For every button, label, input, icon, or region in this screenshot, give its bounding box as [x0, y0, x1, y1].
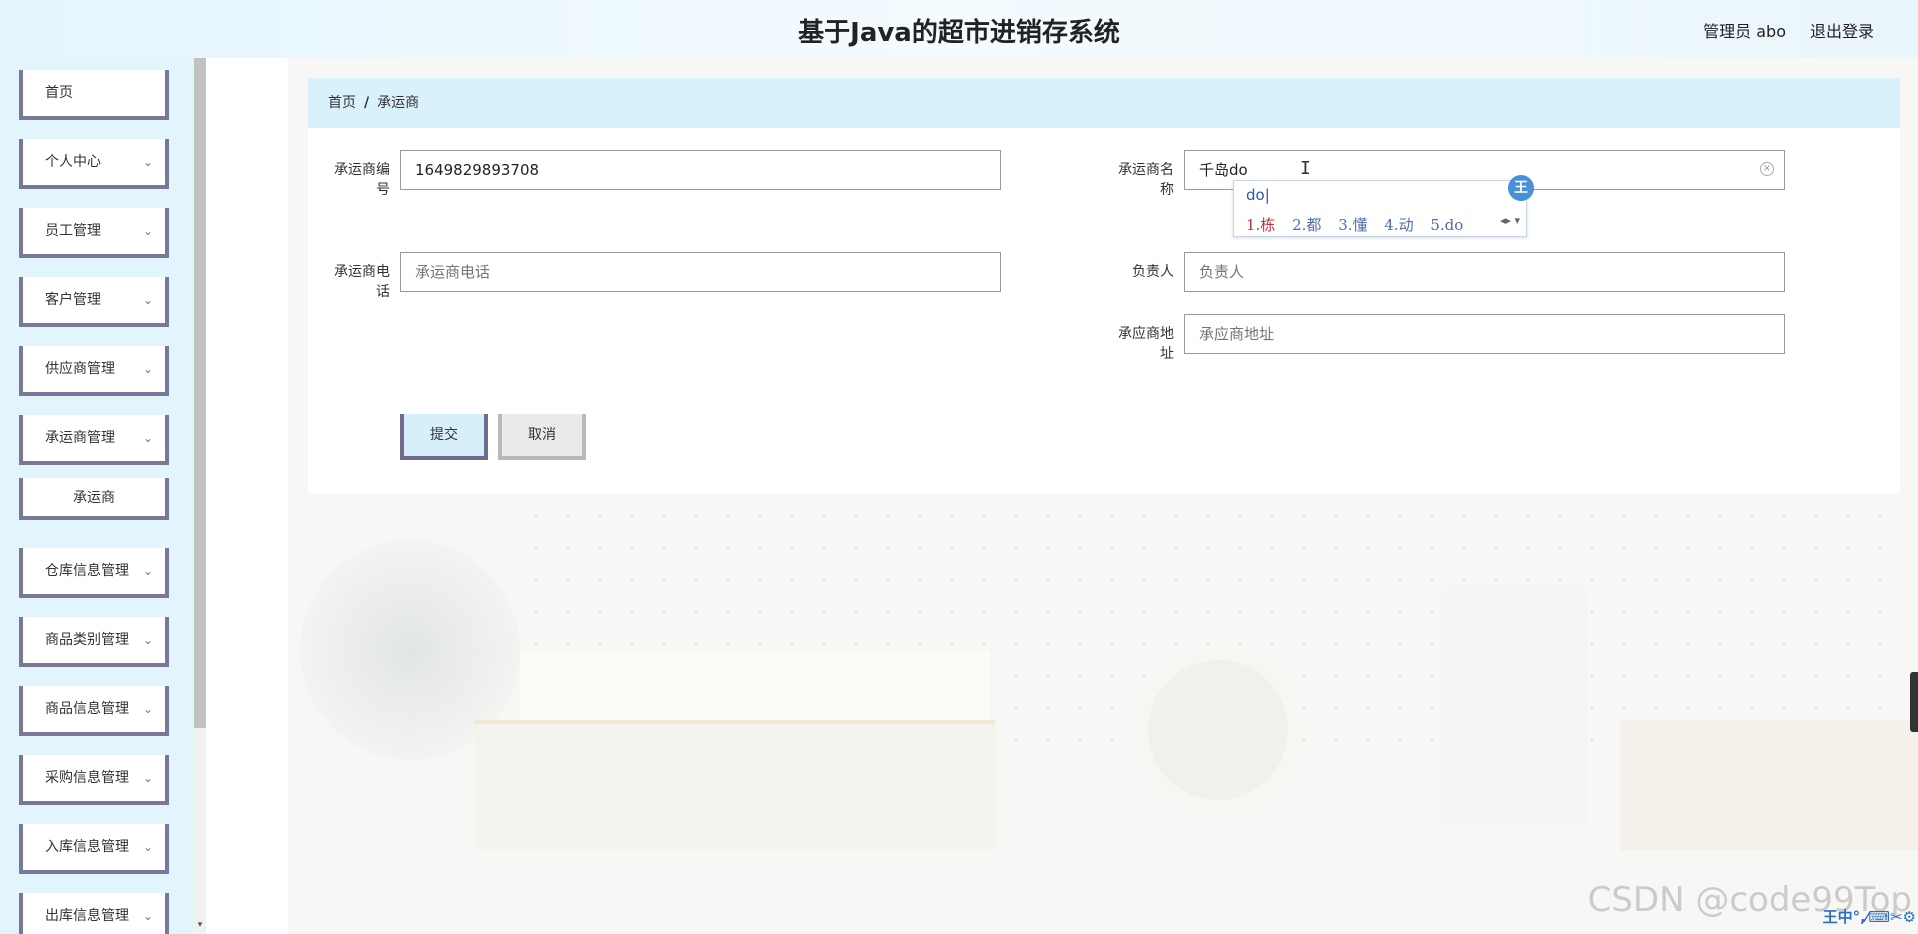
sidebar-item-label: 个人中心 [45, 154, 101, 170]
ime-toolbar-icons[interactable]: 王中°,⁄⌨✂⚙ [1823, 906, 1916, 932]
sidebar-subitem-carrier[interactable]: 承运商 [19, 478, 169, 520]
ime-candidate-popup: do| 1.栋 2.都 3.懂 4.动 5.do ◂▸ ▾ 王 [1233, 175, 1534, 237]
sidebar-item-profile[interactable]: 个人中心 ⌄ [19, 139, 169, 189]
ime-candidate[interactable]: 4.动 [1384, 216, 1413, 234]
ime-page-nav-icon[interactable]: ◂▸ ▾ [1500, 214, 1520, 227]
scroll-down-arrow-icon[interactable]: ▾ [194, 918, 206, 932]
chevron-down-icon: ⌄ [142, 909, 153, 923]
sidebar-menu: 首页 个人中心 ⌄ 员工管理 ⌄ 客户管理 ⌄ 供应商管理 ⌄ 承运商管理 ⌄ … [0, 58, 196, 934]
sidebar-item-label: 供应商管理 [45, 361, 115, 377]
breadcrumb: 首页 / 承运商 [308, 78, 1900, 128]
carrier-address-label: 承应商地址 [1118, 326, 1174, 362]
ime-composition-text: do| [1246, 186, 1270, 204]
background-cylinder-image [1442, 584, 1588, 824]
cancel-button[interactable]: 取消 [498, 414, 586, 460]
carrier-address-input[interactable] [1184, 314, 1785, 354]
carrier-id-input[interactable]: 1649829893708 [400, 150, 1001, 190]
breadcrumb-current: 承运商 [377, 95, 420, 111]
sidebar-item-suppliers[interactable]: 供应商管理 ⌄ [19, 346, 169, 396]
chevron-down-icon: ⌄ [142, 564, 153, 578]
sidebar-item-outbound[interactable]: 出库信息管理 ⌄ [19, 893, 169, 934]
chevron-down-icon: ⌄ [142, 224, 153, 238]
background-tray-image [520, 650, 990, 720]
clear-input-icon[interactable]: × [1760, 162, 1774, 176]
logout-link[interactable]: 退出登录 [1810, 18, 1874, 42]
ime-logo-icon: 王 [1508, 175, 1534, 201]
top-header: 基于Java的超市进销存系统 管理员 abo 退出登录 [0, 0, 1918, 58]
ime-candidate-list: 1.栋 2.都 3.懂 4.动 5.do [1246, 214, 1475, 235]
sidebar-scrollbar-thumb[interactable] [194, 58, 206, 728]
sidebar-item-inbound[interactable]: 入库信息管理 ⌄ [19, 824, 169, 874]
background-tape-image [1138, 650, 1298, 810]
sidebar-item-label: 商品信息管理 [45, 701, 129, 717]
submit-button[interactable]: 提交 [400, 414, 488, 460]
breadcrumb-home[interactable]: 首页 [328, 95, 356, 111]
chevron-down-icon: ⌄ [142, 155, 153, 169]
text-cursor-icon: I [1300, 158, 1311, 179]
sidebar-item-product-info[interactable]: 商品信息管理 ⌄ [19, 686, 169, 736]
chevron-down-icon: ⌄ [142, 702, 153, 716]
sidebar-item-label: 仓库信息管理 [45, 563, 129, 579]
chevron-down-icon: ⌄ [142, 431, 153, 445]
chevron-down-icon: ⌄ [142, 293, 153, 307]
sidebar-item-label: 员工管理 [45, 223, 101, 239]
sidebar-item-product-category[interactable]: 商品类别管理 ⌄ [19, 617, 169, 667]
chevron-down-icon: ⌄ [142, 840, 153, 854]
ime-candidate[interactable]: 5.do [1430, 216, 1463, 234]
sidebar-item-home[interactable]: 首页 [19, 70, 169, 120]
sidebar-item-label: 承运商管理 [45, 430, 115, 446]
sidebar-item-label: 采购信息管理 [45, 770, 129, 786]
sidebar-item-label: 商品类别管理 [45, 632, 129, 648]
background-box-image [475, 720, 995, 850]
carrier-id-label: 承运商编号 [334, 162, 390, 198]
contact-person-input[interactable] [1184, 252, 1785, 292]
chevron-down-icon: ⌄ [142, 362, 153, 376]
sidebar-item-warehouse[interactable]: 仓库信息管理 ⌄ [19, 548, 169, 598]
carrier-phone-label: 承运商电话 [334, 264, 390, 300]
sidebar-item-label: 客户管理 [45, 292, 101, 308]
sidebar-item-carriers[interactable]: 承运商管理 ⌄ [19, 415, 169, 465]
carrier-phone-input[interactable] [400, 252, 1001, 292]
side-panel-handle[interactable] [1910, 672, 1918, 732]
chevron-down-icon: ⌄ [142, 771, 153, 785]
background-block-image [1620, 720, 1918, 850]
sidebar-item-label: 出库信息管理 [45, 908, 129, 924]
sidebar-item-employees[interactable]: 员工管理 ⌄ [19, 208, 169, 258]
chevron-down-icon: ⌄ [142, 633, 153, 647]
app-title: 基于Java的超市进销存系统 [798, 18, 1120, 48]
ime-candidate[interactable]: 2.都 [1292, 216, 1321, 234]
ime-candidate[interactable]: 3.懂 [1338, 216, 1367, 234]
sidebar-item-label: 入库信息管理 [45, 839, 129, 855]
sidebar-item-customers[interactable]: 客户管理 ⌄ [19, 277, 169, 327]
breadcrumb-separator: / [364, 95, 370, 111]
sidebar-item-purchase[interactable]: 采购信息管理 ⌄ [19, 755, 169, 805]
contact-person-label: 负责人 [1132, 264, 1174, 280]
current-user-label: 管理员 abo [1703, 22, 1786, 41]
sidebar-item-label: 首页 [45, 85, 73, 101]
ime-candidate[interactable]: 1.栋 [1246, 216, 1275, 234]
carrier-name-label: 承运商名称 [1118, 162, 1174, 198]
